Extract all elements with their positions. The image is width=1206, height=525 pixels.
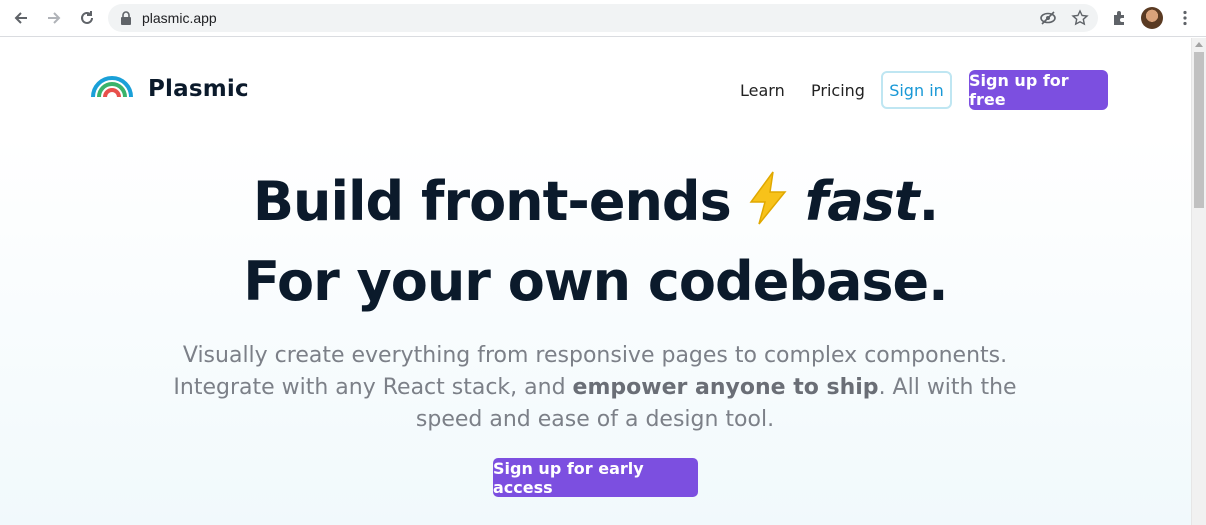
scroll-thumb[interactable] — [1194, 52, 1204, 208]
extensions-puzzle-icon[interactable] — [1111, 9, 1129, 27]
page-scrollbar[interactable] — [1191, 38, 1206, 525]
subtitle-bold-text: empower anyone to ship — [572, 375, 879, 400]
browser-toolbar: plasmic.app — [0, 0, 1206, 37]
eye-off-icon[interactable] — [1039, 9, 1057, 27]
back-button[interactable] — [9, 6, 33, 30]
early-access-button[interactable]: Sign up for early access — [493, 458, 698, 497]
nav-pricing-link[interactable]: Pricing — [811, 81, 865, 100]
headline-period: . — [918, 170, 939, 233]
sign-in-button[interactable]: Sign in — [881, 71, 952, 109]
lock-icon — [121, 11, 131, 25]
lightning-bolt-icon — [749, 171, 787, 225]
reload-icon — [81, 11, 93, 24]
reload-button[interactable] — [75, 6, 99, 30]
headline-fast-text: fast — [804, 170, 920, 233]
profile-avatar[interactable] — [1141, 7, 1163, 29]
hero-subtitle: Visually create everything from responsi… — [160, 340, 1030, 436]
page-viewport: Plasmic Learn Pricing Sign in Sign up fo… — [0, 38, 1191, 525]
address-bar[interactable]: plasmic.app — [108, 4, 1098, 32]
forward-button[interactable] — [42, 6, 66, 30]
nav-learn-link[interactable]: Learn — [740, 81, 785, 100]
back-arrow-icon — [14, 12, 27, 24]
menu-dots-icon[interactable] — [1176, 9, 1194, 27]
hero-headline-line2: For your own codebase. — [243, 250, 948, 313]
headline-build-text: Build front-ends — [252, 170, 732, 233]
forward-arrow-icon — [48, 12, 61, 24]
hero-headline-line1: Build front-ends fast. — [0, 170, 1191, 233]
scroll-up-arrow-icon[interactable] — [1195, 42, 1203, 47]
brand-name[interactable]: Plasmic — [148, 76, 249, 102]
star-icon[interactable] — [1071, 9, 1089, 27]
plasmic-rainbow-logo-icon[interactable] — [90, 74, 134, 98]
sign-up-free-button[interactable]: Sign up for free — [969, 70, 1108, 110]
url-text: plasmic.app — [142, 10, 217, 26]
